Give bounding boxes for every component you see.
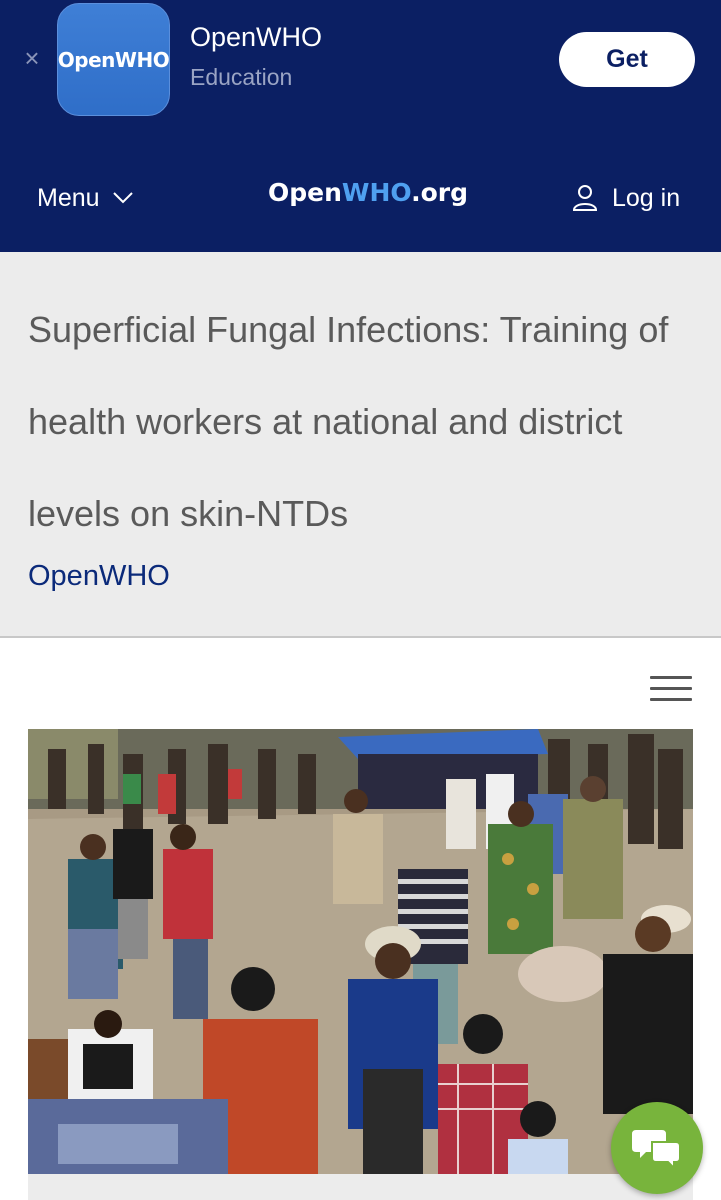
logo-open: Open [268, 178, 342, 207]
menu-label: Menu [37, 183, 100, 212]
login-label: Log in [612, 183, 681, 212]
close-icon[interactable]: × [20, 45, 44, 71]
app-category: Education [190, 64, 293, 90]
hamburger-menu-icon[interactable] [650, 676, 692, 704]
user-icon [572, 185, 598, 211]
course-provider-link[interactable]: OpenWHO [28, 560, 170, 593]
chat-icon [632, 1130, 681, 1170]
get-app-button[interactable]: Get [559, 32, 695, 87]
login-button[interactable]: Log in [572, 180, 680, 216]
app-icon[interactable]: OpenWHO [57, 3, 170, 116]
chat-button[interactable] [611, 1102, 703, 1194]
image-caption-strip [28, 1174, 693, 1200]
course-header: Superficial Fungal Infections: Training … [0, 252, 721, 638]
app-name: OpenWHO [190, 22, 323, 52]
logo-who: WHO [341, 178, 412, 207]
site-navbar: Menu OpenWHO.org Log in [0, 140, 721, 252]
course-image [28, 729, 693, 1174]
logo-org: .org [411, 178, 469, 207]
menu-button[interactable]: Menu [37, 180, 134, 216]
site-logo[interactable]: OpenWHO.org [268, 178, 468, 207]
course-title: Superficial Fungal Infections: Training … [28, 309, 669, 534]
app-install-banner: × OpenWHO OpenWHO Education Get [0, 0, 721, 140]
app-icon-label: OpenWHO [57, 47, 170, 72]
chevron-down-icon [112, 192, 133, 204]
